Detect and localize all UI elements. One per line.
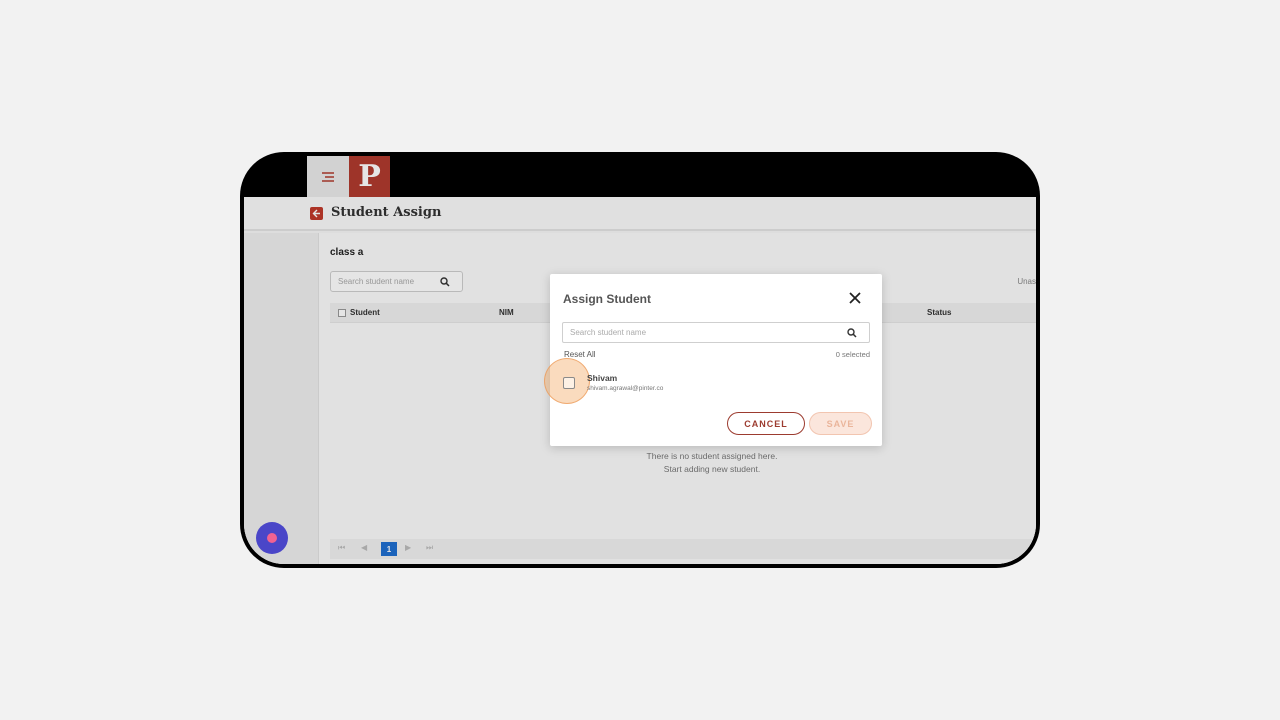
dialog-title: Assign Student — [563, 292, 652, 306]
student-list-item[interactable]: Shivam shivam.agrawal@pinter.co — [544, 358, 882, 404]
student-checkbox[interactable] — [563, 377, 575, 389]
selected-count: 0 selected — [835, 350, 870, 359]
record-icon — [267, 533, 277, 543]
cancel-button[interactable]: CANCEL — [727, 412, 805, 435]
student-name: Shivam — [587, 373, 618, 383]
dialog-search-input[interactable] — [563, 323, 843, 342]
save-button[interactable]: SAVE — [809, 412, 872, 435]
assign-student-dialog: Assign Student Reset All 0 selected Shiv… — [544, 274, 882, 446]
student-email: shivam.agrawal@pinter.co — [587, 385, 664, 392]
dialog-search-box — [562, 322, 870, 343]
search-icon[interactable] — [847, 328, 857, 338]
close-icon[interactable] — [848, 291, 862, 305]
record-button[interactable] — [256, 522, 288, 554]
